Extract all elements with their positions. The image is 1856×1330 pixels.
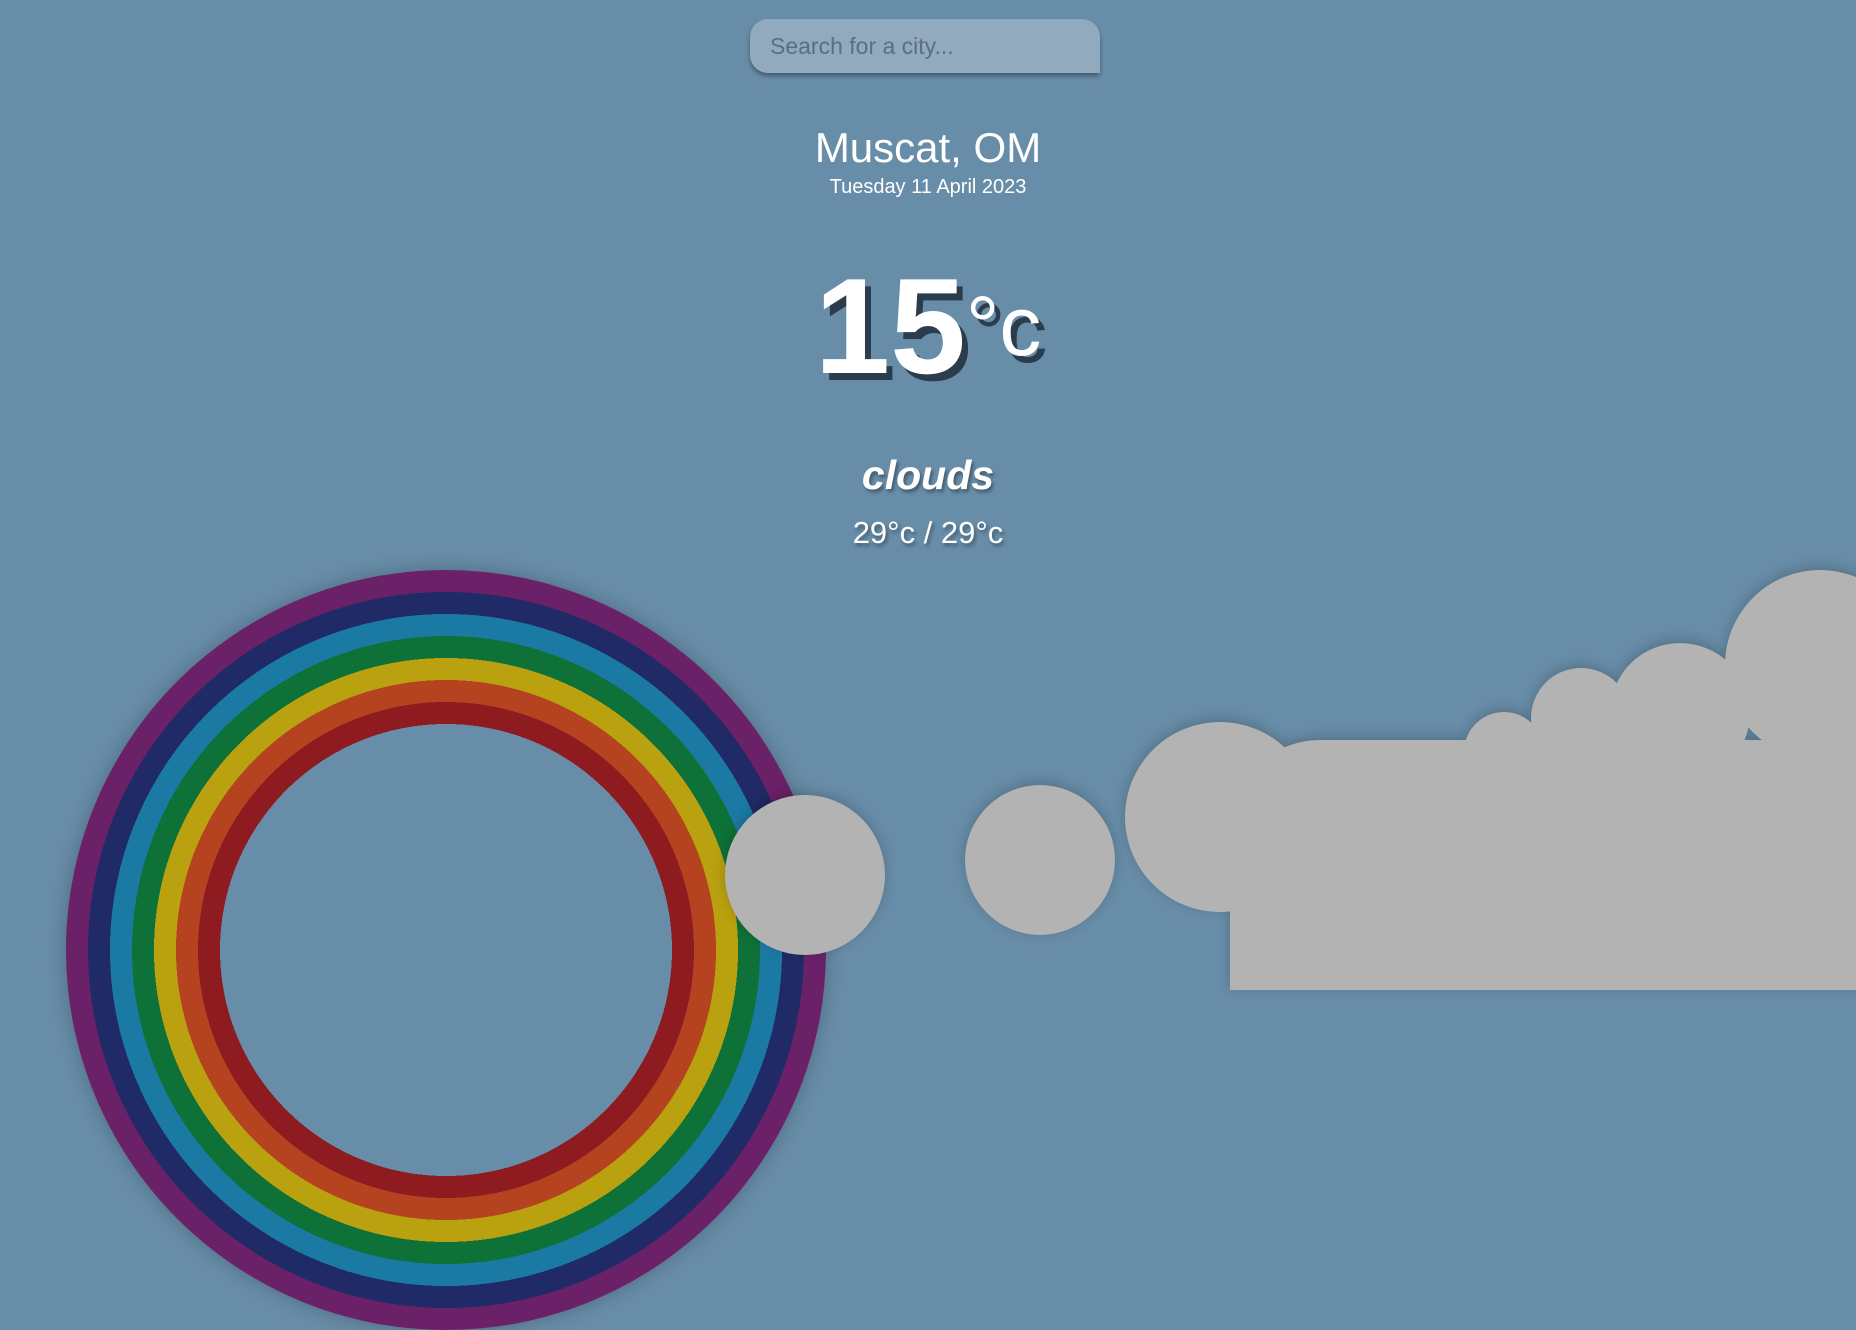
clouds-illustration: [0, 0, 1856, 990]
cloud-base: [1230, 740, 1856, 990]
cloud-puff: [965, 785, 1115, 935]
cloud-puff: [725, 795, 885, 955]
